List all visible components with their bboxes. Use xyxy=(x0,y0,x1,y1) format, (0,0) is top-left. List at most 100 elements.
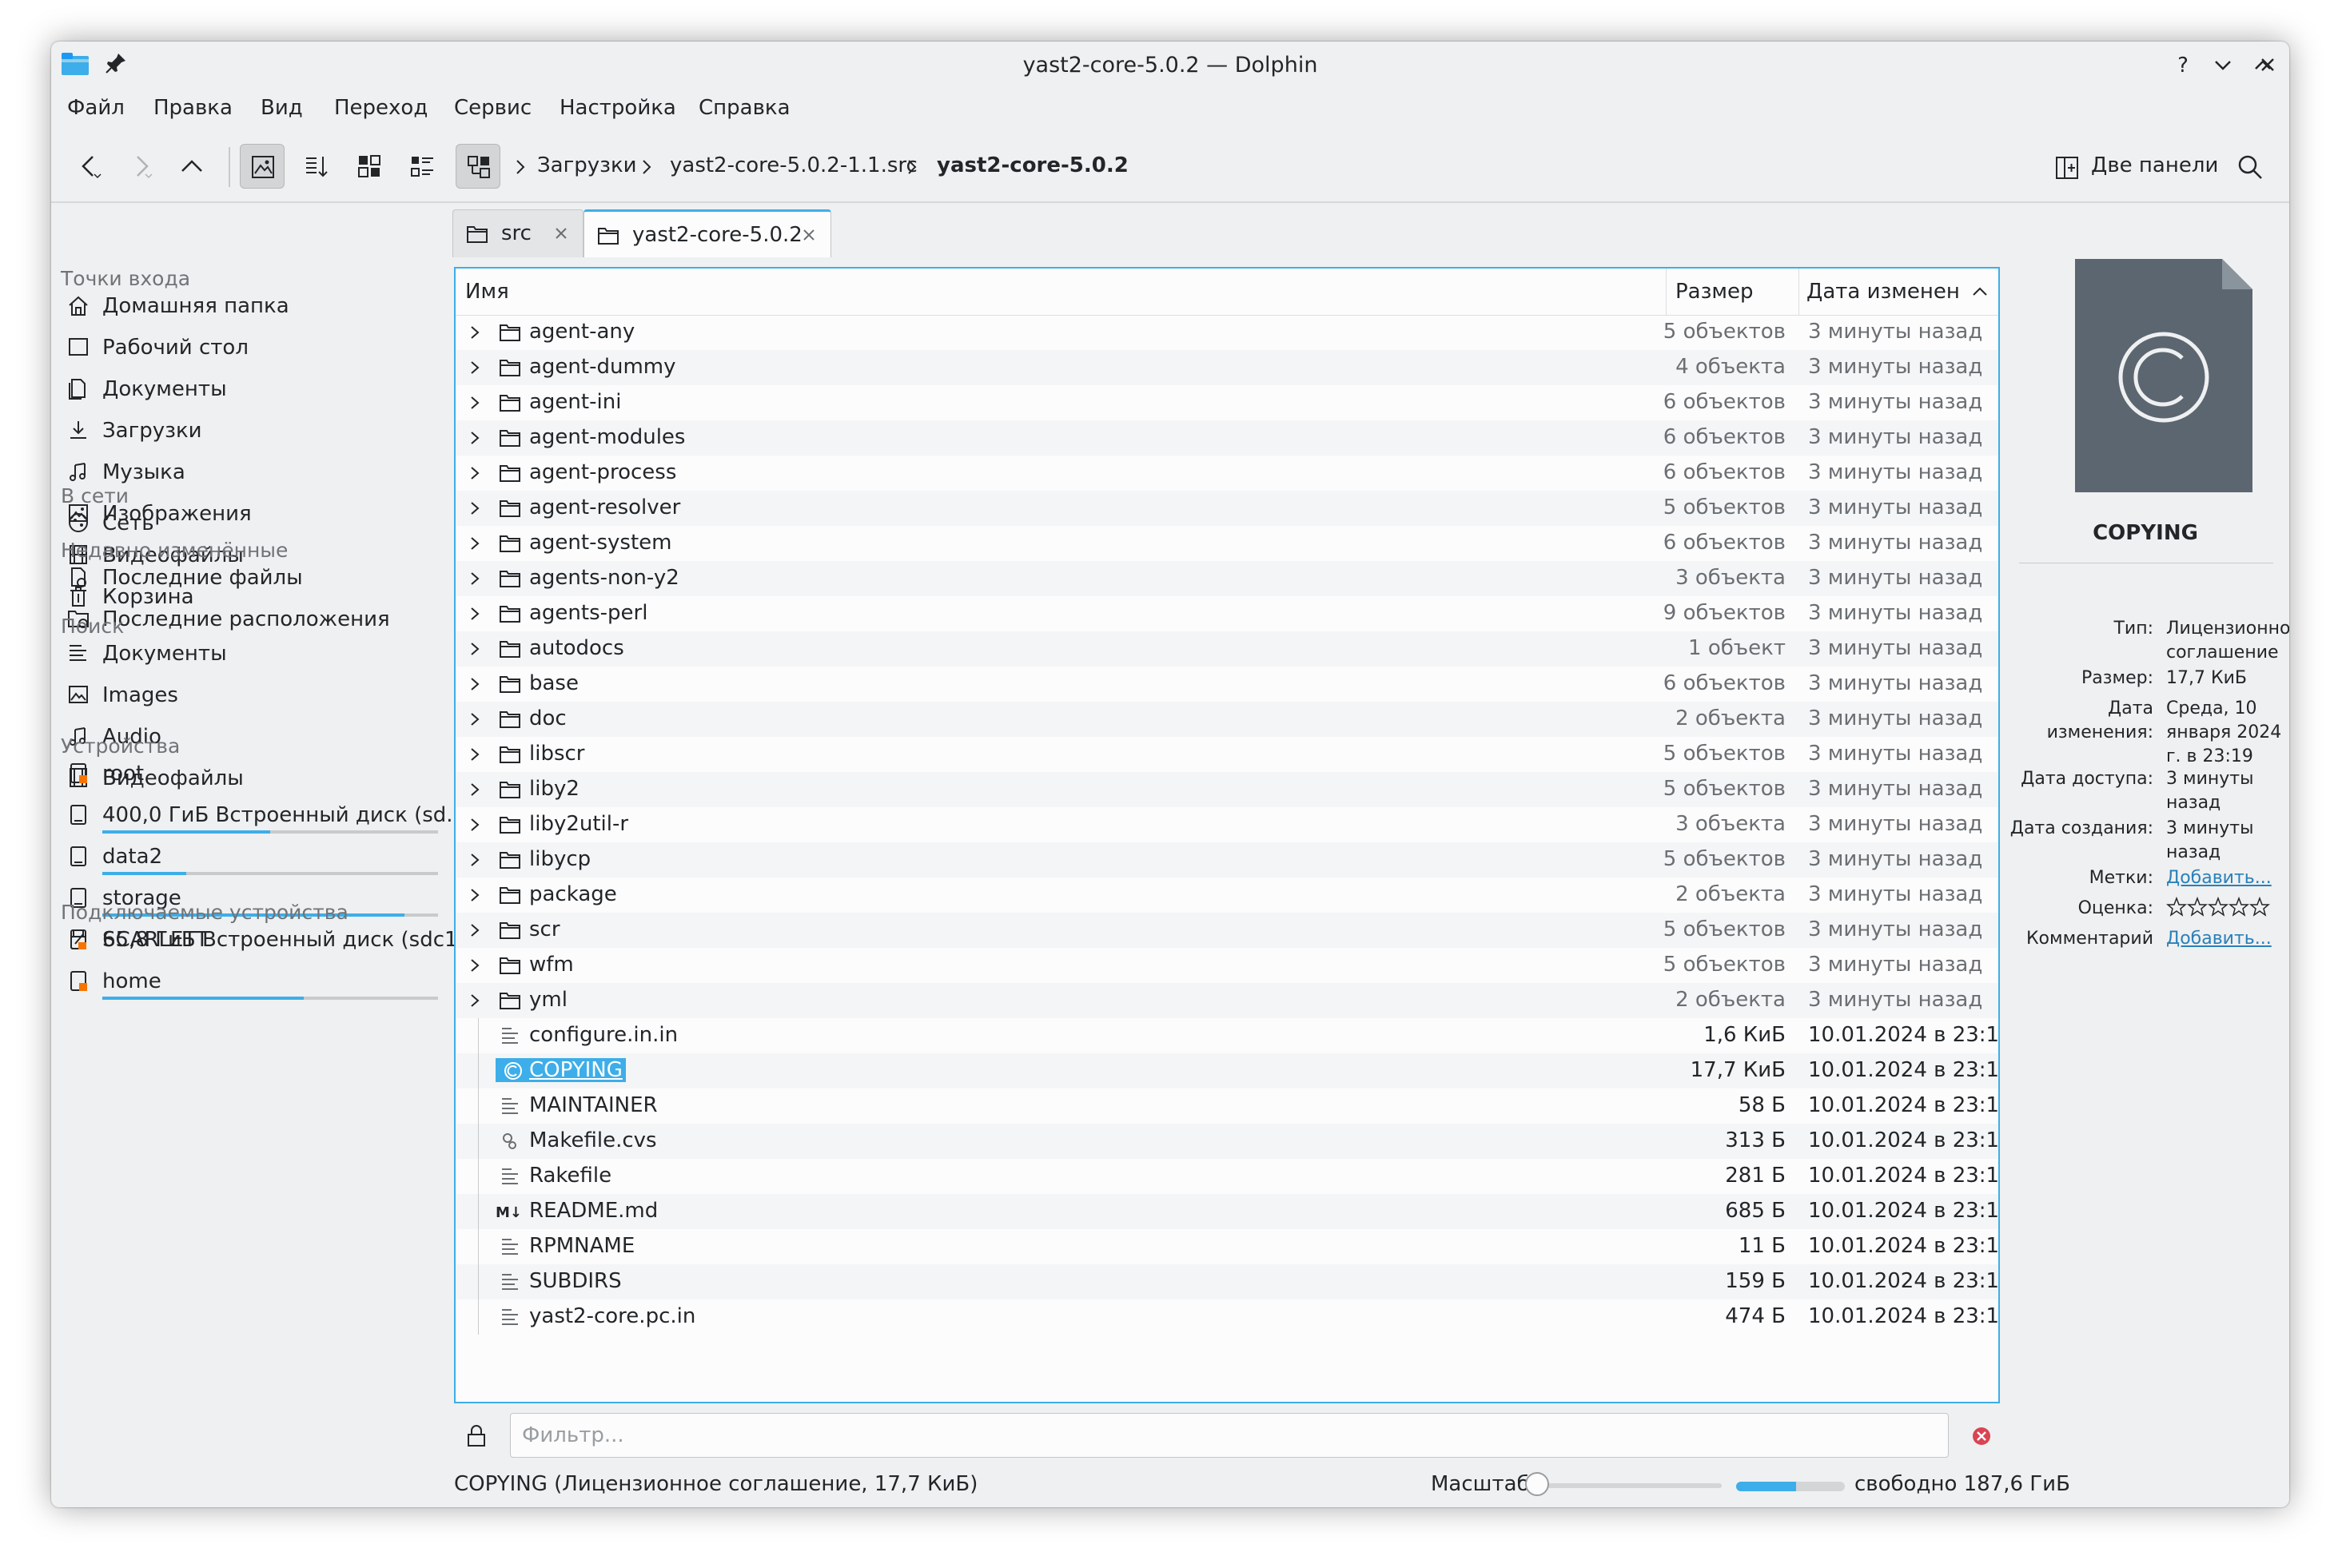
info-add-link[interactable]: Добавить... xyxy=(2166,927,2286,951)
close-icon[interactable] xyxy=(2254,51,2281,78)
expand-arrow-icon[interactable] xyxy=(467,993,483,1009)
forward-button[interactable] xyxy=(118,144,163,189)
table-row[interactable]: package 2 объекта 3 минуты назад xyxy=(456,878,1998,913)
info-add-link[interactable]: Добавить... xyxy=(2166,866,2286,890)
table-row[interactable]: agent-resolver 5 объектов 3 минуты назад xyxy=(456,491,1998,526)
sidebar-item[interactable]: Рабочий стол xyxy=(61,331,452,366)
file-name[interactable]: wfm xyxy=(529,953,574,977)
file-name[interactable]: agents-perl xyxy=(529,601,647,625)
menu-file[interactable]: Файл xyxy=(67,96,125,120)
sidebar-item[interactable]: home xyxy=(61,965,452,1000)
file-name[interactable]: agent-process xyxy=(529,460,676,484)
table-row[interactable]: agent-modules 6 объектов 3 минуты назад xyxy=(456,420,1998,456)
table-row[interactable]: agent-system 6 объектов 3 минуты назад xyxy=(456,526,1998,561)
file-name[interactable]: agent-modules xyxy=(529,425,685,449)
search-icon[interactable] xyxy=(2236,153,2264,181)
file-name[interactable]: RPMNAME xyxy=(529,1234,635,1258)
clear-filter-icon[interactable] xyxy=(1971,1426,1992,1447)
menu-settings[interactable]: Настройка xyxy=(560,96,676,120)
breadcrumb-item-downloads[interactable]: Загрузки xyxy=(537,153,637,177)
filter-input[interactable] xyxy=(511,1414,1948,1457)
expand-arrow-icon[interactable] xyxy=(467,957,483,973)
close-tab-icon[interactable] xyxy=(800,226,818,244)
table-row[interactable]: agents-non-y2 3 объекта 3 минуты назад xyxy=(456,561,1998,596)
file-name[interactable]: SUBDIRS xyxy=(529,1269,622,1293)
sidebar-item[interactable]: Сеть xyxy=(61,507,452,542)
table-row[interactable]: yml 2 объекта 3 минуты назад xyxy=(456,983,1998,1018)
sidebar-item[interactable]: SCARLETT xyxy=(61,923,452,958)
file-name[interactable]: agent-any xyxy=(529,320,635,344)
file-name[interactable]: Rakefile xyxy=(529,1164,611,1188)
file-name[interactable]: agent-resolver xyxy=(529,495,680,519)
tab-yast2-core[interactable]: yast2-core-5.0.2 xyxy=(584,209,831,257)
expand-arrow-icon[interactable] xyxy=(467,500,483,516)
icons-view-button[interactable] xyxy=(347,144,392,189)
table-row[interactable]: yast2-core.pc.in 474 Б 10.01.2024 в 23:19 xyxy=(456,1299,1998,1335)
preview-toggle-button[interactable] xyxy=(240,144,285,189)
file-name[interactable]: agent-dummy xyxy=(529,355,676,379)
sidebar-item[interactable]: Документы xyxy=(61,637,452,672)
table-row[interactable]: Makefile.cvs 313 Б 10.01.2024 в 23:19 xyxy=(456,1124,1998,1159)
file-details-view[interactable]: Имя Размер Дата изменения agent-any 5 объ… xyxy=(454,267,2000,1403)
expand-arrow-icon[interactable] xyxy=(467,606,483,622)
table-row[interactable]: agent-dummy 4 объекта 3 минуты назад xyxy=(456,350,1998,385)
expand-arrow-icon[interactable] xyxy=(467,817,483,833)
breadcrumb-item-src[interactable]: yast2-core-5.0.2-1.1.src xyxy=(670,153,918,177)
sidebar-item[interactable]: root xyxy=(61,757,452,792)
column-size[interactable]: Размер xyxy=(1675,280,1754,304)
sidebar-item[interactable]: Загрузки xyxy=(61,414,452,449)
expand-arrow-icon[interactable] xyxy=(467,395,483,411)
help-icon[interactable]: ? xyxy=(2169,51,2197,78)
table-row[interactable]: liby2 5 объектов 3 минуты назад xyxy=(456,772,1998,807)
sidebar-item[interactable]: Документы xyxy=(61,372,452,408)
back-button[interactable] xyxy=(67,144,112,189)
star-icon[interactable] xyxy=(2228,896,2250,917)
table-row[interactable]: agent-any 5 объектов 3 минуты назад xyxy=(456,315,1998,350)
file-name[interactable]: base xyxy=(529,671,579,695)
file-name[interactable]: agents-non-y2 xyxy=(529,566,679,590)
file-name[interactable]: yast2-core.pc.in xyxy=(529,1304,695,1328)
table-row[interactable]: autodocs 1 объект 3 минуты назад xyxy=(456,631,1998,667)
file-name[interactable]: MAINTAINER xyxy=(529,1093,658,1117)
expand-arrow-icon[interactable] xyxy=(467,676,483,692)
zoom-slider-handle[interactable] xyxy=(1525,1472,1549,1496)
expand-arrow-icon[interactable] xyxy=(467,852,483,868)
zoom-slider-track[interactable] xyxy=(1533,1483,1722,1488)
star-icon[interactable] xyxy=(2186,896,2209,917)
expand-arrow-icon[interactable] xyxy=(467,782,483,798)
file-name[interactable]: README.md xyxy=(529,1199,658,1223)
table-row[interactable]: MAINTAINER 58 Б 10.01.2024 в 23:19 xyxy=(456,1088,1998,1124)
expand-arrow-icon[interactable] xyxy=(467,324,483,340)
table-row[interactable]: libscr 5 объектов 3 минуты назад xyxy=(456,737,1998,772)
file-name[interactable]: Makefile.cvs xyxy=(529,1128,657,1152)
expand-arrow-icon[interactable] xyxy=(467,571,483,587)
breadcrumb-item-current[interactable]: yast2-core-5.0.2 xyxy=(937,153,1129,177)
table-row[interactable]: agent-ini 6 объектов 3 минуты назад xyxy=(456,385,1998,420)
sort-ascending-icon[interactable] xyxy=(1971,285,1989,299)
file-name[interactable]: libycp xyxy=(529,847,591,871)
star-icon[interactable] xyxy=(2248,896,2271,917)
lock-icon[interactable] xyxy=(465,1424,488,1448)
table-row[interactable]: M↓ README.md 685 Б 10.01.2024 в 23:19 xyxy=(456,1194,1998,1229)
rating-widget[interactable] xyxy=(2165,896,2286,925)
expand-arrow-icon[interactable] xyxy=(467,535,483,551)
sidebar-item[interactable]: Домашняя папка xyxy=(61,289,452,324)
table-row[interactable]: agent-process 6 объектов 3 минуты назад xyxy=(456,456,1998,491)
table-row[interactable]: Rakefile 281 Б 10.01.2024 в 23:19 xyxy=(456,1159,1998,1194)
details-view-button[interactable] xyxy=(456,144,500,189)
expand-arrow-icon[interactable] xyxy=(467,887,483,903)
close-tab-icon[interactable] xyxy=(552,225,570,242)
file-name[interactable]: libscr xyxy=(529,742,584,766)
star-icon[interactable] xyxy=(2207,896,2229,917)
table-row[interactable]: configure.in.in 1,6 КиБ 10.01.2024 в 23:19 xyxy=(456,1018,1998,1053)
file-name[interactable]: doc xyxy=(529,706,567,730)
menu-tools[interactable]: Сервис xyxy=(454,96,532,120)
split-view-icon[interactable] xyxy=(2054,155,2080,181)
split-view-button[interactable]: Две панели xyxy=(2091,153,2218,177)
file-name[interactable]: scr xyxy=(529,917,560,941)
sidebar-item[interactable]: Последние файлы xyxy=(61,561,452,596)
disk-usage-bar[interactable] xyxy=(1736,1482,1845,1491)
expand-arrow-icon[interactable] xyxy=(467,465,483,481)
tab-src[interactable]: src xyxy=(452,209,584,257)
file-name[interactable]: autodocs xyxy=(529,636,624,660)
